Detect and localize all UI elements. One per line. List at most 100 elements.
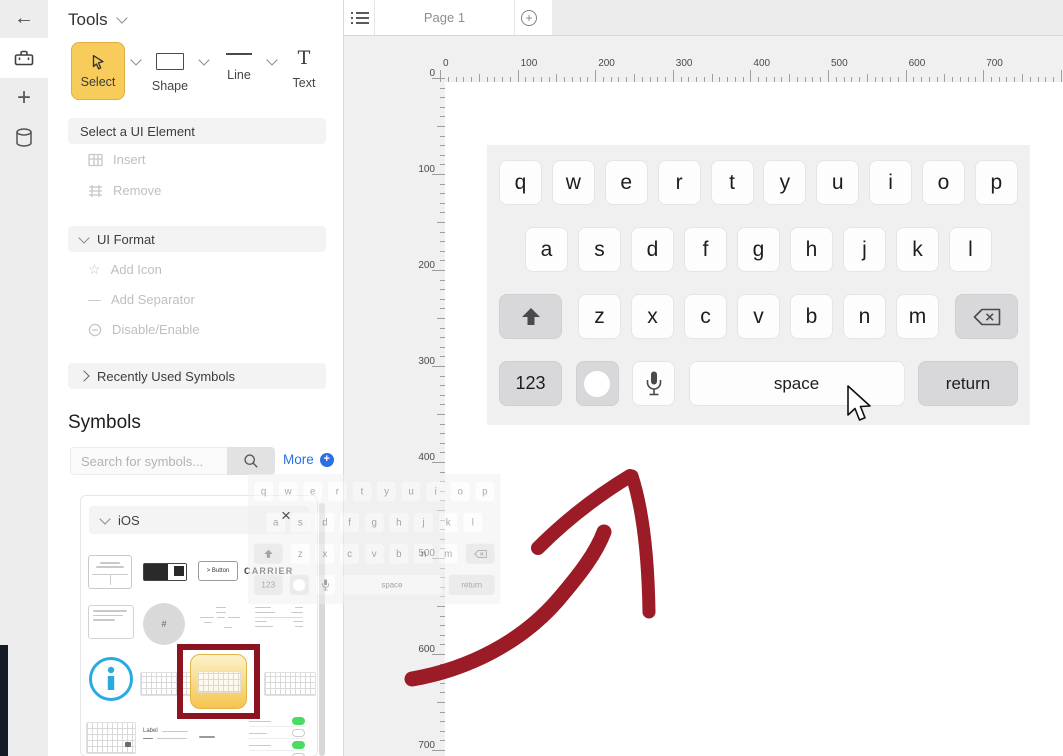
ruler-tick — [479, 74, 480, 82]
symbol-ios-keyboard-selected[interactable] — [190, 654, 247, 709]
globe-key[interactable] — [576, 361, 619, 406]
shape-tool-button[interactable]: Shape — [142, 46, 198, 93]
left-icon-rail: ← + — [0, 0, 48, 756]
ios-keyboard-element[interactable]: qwertyuiop asdfghjkl zxcvbnm 123 space return — [487, 145, 1030, 425]
ruler-tick — [432, 366, 445, 367]
insert-label: Insert — [113, 152, 146, 167]
key-q[interactable]: q — [499, 160, 542, 205]
symbol-line[interactable] — [199, 736, 215, 738]
tab-page-1[interactable]: Page 1 — [375, 0, 514, 35]
more-symbols-link[interactable]: More + — [283, 452, 334, 467]
toolbox-button[interactable] — [0, 38, 48, 78]
ruler-tick — [432, 462, 445, 463]
mic-key[interactable] — [632, 361, 675, 406]
star-icon: ☆ — [88, 261, 101, 278]
search-button[interactable] — [227, 447, 275, 475]
key-y[interactable]: y — [763, 160, 806, 205]
symbols-scrollbar[interactable] — [319, 503, 325, 756]
remove-item[interactable]: Remove — [88, 183, 161, 198]
data-library-button[interactable] — [0, 118, 48, 158]
symbol-toggle-list[interactable] — [249, 717, 305, 755]
return-key[interactable]: return — [918, 361, 1018, 406]
backspace-icon — [972, 307, 1002, 327]
symbol-label-field[interactable]: Label — [143, 728, 197, 744]
add-button[interactable]: + — [0, 78, 48, 118]
key-c[interactable]: c — [684, 294, 727, 339]
key-i[interactable]: i — [869, 160, 912, 205]
symbol-stepper-table[interactable] — [200, 605, 244, 643]
page-list-icon[interactable] — [349, 10, 371, 31]
line-tool-label: Line — [227, 68, 251, 82]
key-k[interactable]: k — [896, 227, 939, 272]
cursor-icon — [89, 53, 107, 71]
symbol-keyboard-strip[interactable] — [264, 672, 316, 696]
symbol-alert-dialog[interactable] — [88, 555, 132, 589]
key-e[interactable]: e — [605, 160, 648, 205]
key-n[interactable]: n — [843, 294, 886, 339]
symbol-button[interactable]: > Button — [198, 561, 238, 581]
symbol-info[interactable] — [89, 657, 133, 701]
key-w[interactable]: w — [552, 160, 595, 205]
recently-used-label: Recently Used Symbols — [97, 369, 235, 384]
ruler-label: 600 — [413, 644, 435, 655]
ruler-tick — [1022, 74, 1023, 82]
ui-format-header[interactable]: UI Format — [68, 226, 326, 252]
more-label: More — [283, 452, 314, 467]
add-page-button[interactable]: + — [521, 10, 537, 26]
key-v[interactable]: v — [737, 294, 780, 339]
insert-item[interactable]: Insert — [88, 152, 146, 167]
key-b[interactable]: b — [790, 294, 833, 339]
key-d[interactable]: d — [631, 227, 674, 272]
key-s[interactable]: s — [578, 227, 621, 272]
select-ui-element-header[interactable]: Select a UI Element — [68, 118, 326, 144]
symbol-circle-badge[interactable]: # — [143, 603, 185, 645]
select-tool-button[interactable]: Select — [71, 42, 125, 100]
symbol-table-text[interactable] — [255, 607, 303, 641]
key-o[interactable]: o — [922, 160, 965, 205]
key-m[interactable]: m — [896, 294, 939, 339]
key-g[interactable]: g — [737, 227, 780, 272]
key-h[interactable]: h — [790, 227, 833, 272]
ios-section-header[interactable]: iOS — [89, 506, 309, 534]
key-j[interactable]: j — [843, 227, 886, 272]
add-separator-item[interactable]: — Add Separator — [88, 292, 195, 307]
key-x[interactable]: x — [631, 294, 674, 339]
ruler-label: 0 — [413, 68, 435, 79]
symbol-keyboard[interactable] — [86, 722, 136, 754]
key-a[interactable]: a — [525, 227, 568, 272]
key-z[interactable]: z — [578, 294, 621, 339]
key-l[interactable]: l — [949, 227, 992, 272]
shift-key[interactable] — [499, 294, 562, 339]
shape-tool-chevron[interactable] — [198, 54, 209, 65]
ruler-tick — [437, 702, 445, 703]
ruler-tick — [437, 510, 445, 511]
text-tool-button[interactable]: T Text — [276, 46, 332, 90]
ruler-tick — [712, 74, 713, 82]
disable-enable-item[interactable]: Disable/Enable — [88, 322, 199, 337]
key-f[interactable]: f — [684, 227, 727, 272]
back-arrow-icon: ← — [14, 7, 34, 30]
symbol-toggle[interactable] — [143, 563, 187, 581]
select-tool-chevron[interactable] — [130, 54, 141, 65]
key-t[interactable]: t — [711, 160, 754, 205]
line-tool-button[interactable]: Line — [211, 46, 267, 82]
symbol-text-block[interactable] — [88, 605, 134, 639]
tools-dropdown[interactable]: Tools — [68, 10, 126, 30]
space-key[interactable]: space — [689, 361, 905, 406]
backspace-key[interactable] — [955, 294, 1018, 339]
add-icon-item[interactable]: ☆ Add Icon — [88, 261, 162, 278]
key-r[interactable]: r — [658, 160, 701, 205]
remove-label: Remove — [113, 183, 161, 198]
key-u[interactable]: u — [816, 160, 859, 205]
back-button[interactable]: ← — [0, 0, 48, 36]
recently-used-header[interactable]: Recently Used Symbols — [68, 363, 326, 389]
ruler-label: 100 — [521, 58, 538, 69]
search-icon — [243, 453, 259, 469]
keyboard-row: zxcvbnm — [499, 294, 1018, 339]
symbol-carrier-bar[interactable]: CARRIER — [244, 566, 293, 576]
numbers-key[interactable]: 123 — [499, 361, 562, 406]
keyboard-row: 123 space return — [499, 361, 1018, 406]
add-icon-label: Add Icon — [111, 262, 162, 277]
key-p[interactable]: p — [975, 160, 1018, 205]
symbol-search-input[interactable] — [70, 447, 227, 475]
